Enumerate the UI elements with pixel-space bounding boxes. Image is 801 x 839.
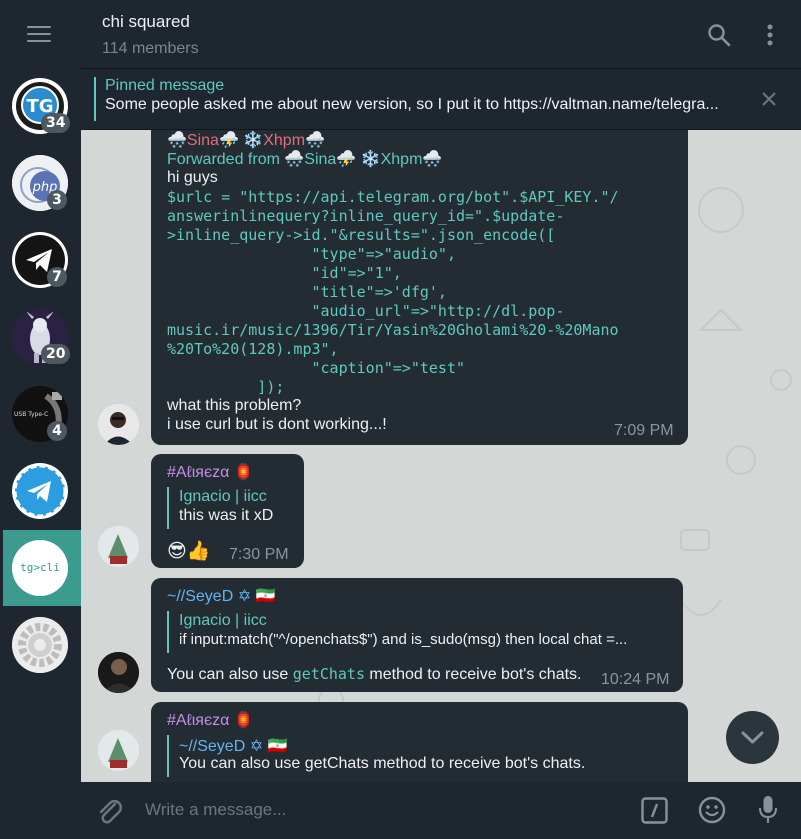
code-line: "type"=>"audio", xyxy=(167,245,456,263)
message-time: 7:30 PM xyxy=(229,546,289,563)
code-line: "caption"=>"test" xyxy=(167,359,466,377)
gear-icon xyxy=(12,617,68,673)
bot-commands-button[interactable] xyxy=(641,797,668,829)
search-button[interactable] xyxy=(707,23,731,52)
user-photo-icon xyxy=(98,652,139,693)
message-text: 😎👍 xyxy=(167,541,211,562)
message-input[interactable] xyxy=(145,796,615,824)
smiley-icon xyxy=(698,796,726,824)
telegram-logo-icon xyxy=(12,463,68,519)
tg-cli-logo-icon: tg>cli xyxy=(12,540,68,596)
user-avatar[interactable] xyxy=(98,652,139,693)
message-time: 7:09 PM xyxy=(614,422,674,439)
reply-author[interactable]: Ignacio | iicc xyxy=(179,488,267,506)
message-sender[interactable]: #Aℓιяєzα 🏮 xyxy=(167,462,254,482)
chat-avatar-settings[interactable] xyxy=(12,617,68,673)
user-avatar[interactable] xyxy=(98,730,139,771)
chat-list-sidebar: TG 34 php 3 7 20 USB Type-C 4 tg>cli xyxy=(0,0,81,839)
code-line: >inline_query->id."&results=".json_encod… xyxy=(167,226,556,244)
code-line: "id"=>"1", xyxy=(167,264,402,282)
attach-button[interactable] xyxy=(95,796,123,829)
code-line: "audio_url"=>"http://dl.pop- xyxy=(167,302,565,320)
svg-text:tg>cli: tg>cli xyxy=(20,561,60,574)
message-composer xyxy=(81,782,801,839)
message-sender[interactable]: ~//SeyeD ✡ 🇮🇷 xyxy=(167,586,275,606)
unread-badge: 3 xyxy=(47,190,67,210)
reply-text[interactable]: You can also use getChats method to rece… xyxy=(179,755,585,773)
user-photo-icon xyxy=(98,526,139,567)
svg-text:USB Type-C: USB Type-C xyxy=(14,411,48,418)
user-photo-icon xyxy=(98,730,139,771)
close-icon xyxy=(762,92,776,106)
message-text: hi guys xyxy=(167,169,218,186)
chat-avatar-telegram-blue[interactable] xyxy=(12,463,68,519)
reply-author[interactable]: ~//SeyeD ✡ 🇮🇷 xyxy=(179,736,287,756)
user-photo-icon xyxy=(98,404,139,445)
reply-accent-bar xyxy=(167,735,169,777)
user-avatar[interactable] xyxy=(98,526,139,567)
unread-badge: 4 xyxy=(47,421,67,441)
unread-badge: 20 xyxy=(41,344,71,364)
code-line: answerinlinequery?inline_query_id=".$upd… xyxy=(167,207,565,225)
pinned-text: Some people asked me about new version, … xyxy=(105,96,719,113)
message-list[interactable]: 🌨️Sina⛈️ ❄️Xhpm🌨️ Forwarded from 🌨️Sina⛈… xyxy=(81,130,801,782)
reply-text[interactable]: this was it xD xyxy=(179,507,273,525)
reply-text[interactable]: if input:match("^/openchats$") and is_su… xyxy=(179,631,627,648)
reply-author[interactable]: Ignacio | iicc xyxy=(179,612,267,630)
pinned-label: Pinned message xyxy=(105,77,225,94)
scroll-down-button[interactable] xyxy=(726,711,779,764)
reply-accent-bar xyxy=(167,611,169,653)
unread-badge: 34 xyxy=(41,113,71,133)
more-vertical-icon xyxy=(767,24,773,46)
message-sender[interactable]: 🌨️Sina⛈️ ❄️Xhpm🌨️ xyxy=(167,130,325,150)
slash-command-icon xyxy=(641,797,668,824)
pinned-accent-bar xyxy=(94,77,96,121)
pinned-message-bar[interactable]: Pinned message Some people asked me abou… xyxy=(81,69,801,130)
chat-header: chi squared 114 members xyxy=(81,0,801,69)
code-line: music.ir/music/1396/Tir/Yasin%20Gholami%… xyxy=(167,321,619,339)
chat-title[interactable]: chi squared xyxy=(102,12,190,32)
member-count[interactable]: 114 members xyxy=(102,40,199,58)
code-line: %20To%20(128).mp3", xyxy=(167,340,339,358)
user-avatar[interactable] xyxy=(98,404,139,445)
voice-record-button[interactable] xyxy=(758,795,778,830)
microphone-icon xyxy=(759,796,777,823)
message-text: You can also use getChats method to rece… xyxy=(167,665,582,683)
message-text: i use curl but is dont working...! xyxy=(167,416,387,433)
chat-avatar-tg-cli[interactable]: tg>cli xyxy=(12,540,68,596)
unread-badge: 7 xyxy=(47,267,67,287)
code-line: $urlc = "https://api.telegram.org/bot".$… xyxy=(167,188,619,206)
code-line: "title"=>'dfg', xyxy=(167,283,447,301)
close-pinned-button[interactable] xyxy=(762,92,776,111)
reply-accent-bar xyxy=(167,487,169,529)
forwarded-from[interactable]: Forwarded from 🌨️Sina⛈️ ❄️Xhpm🌨️ xyxy=(167,149,442,169)
message-time: 10:24 PM xyxy=(601,671,670,688)
paperclip-icon xyxy=(99,800,122,824)
chevron-down-icon xyxy=(741,731,764,744)
emoji-button[interactable] xyxy=(698,796,726,829)
menu-icon[interactable] xyxy=(27,26,51,44)
message-sender[interactable]: #Aℓιяєzα 🏮 xyxy=(167,710,254,730)
code-line: ]); xyxy=(167,378,285,396)
message-text: what this problem? xyxy=(167,397,302,414)
more-options-button[interactable] xyxy=(765,24,775,53)
search-icon xyxy=(708,24,731,47)
